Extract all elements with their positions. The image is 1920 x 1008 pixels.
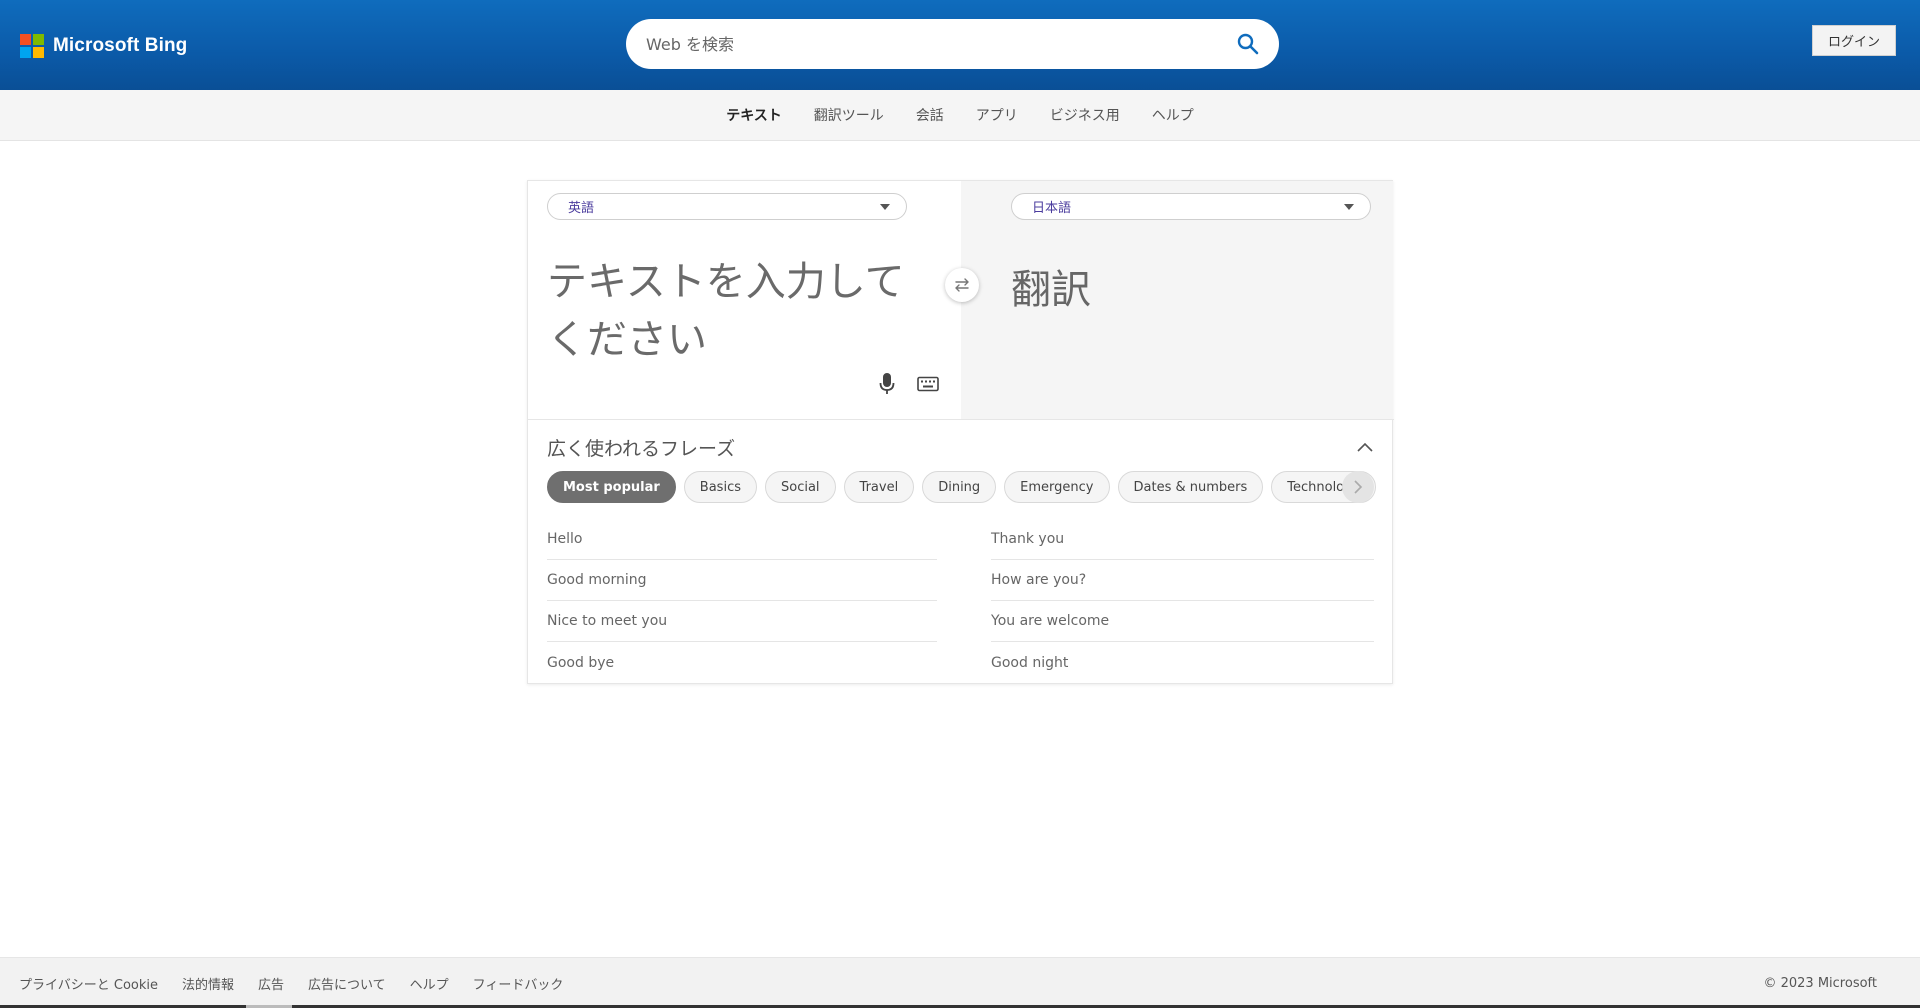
nav-tab-business[interactable]: ビジネス用 <box>1050 105 1120 125</box>
collapse-button[interactable] <box>1356 438 1374 452</box>
source-language-select[interactable]: 英語 <box>547 193 907 220</box>
search-input[interactable] <box>646 19 1206 69</box>
keyboard-icon <box>917 376 939 392</box>
nav-tab-translator[interactable]: 翻訳ツール <box>814 105 884 125</box>
translator-card: 英語 日本 <box>527 180 1394 685</box>
phrase-item[interactable]: You are welcome <box>991 601 1374 642</box>
category-chip-dining[interactable]: Dining <box>922 471 997 503</box>
keyboard-button[interactable] <box>917 376 939 392</box>
phrase-item[interactable]: How are you? <box>991 560 1374 601</box>
source-text-input[interactable] <box>547 253 907 373</box>
search-box <box>626 19 1279 69</box>
footer-link-ads[interactable]: 広告 <box>258 974 284 993</box>
target-language-label: 日本語 <box>1032 201 1072 216</box>
phrase-item[interactable]: Nice to meet you <box>547 601 937 642</box>
source-language-label: 英語 <box>568 201 595 216</box>
microphone-icon <box>879 373 895 394</box>
footer-link-privacy[interactable]: プライバシーと Cookie <box>19 974 158 993</box>
nav-tab-conversation[interactable]: 会話 <box>916 105 944 125</box>
phrase-list-left: Hello Good morning Nice to meet you Good… <box>547 519 937 683</box>
common-phrases-section: 広く使われるフレーズ Most popular Basics Social Tr… <box>528 419 1394 685</box>
phrase-item[interactable]: Good bye <box>547 642 937 683</box>
search-button[interactable] <box>1235 31 1261 57</box>
category-chip-emergency[interactable]: Emergency <box>1004 471 1110 503</box>
footer-link-help[interactable]: ヘルプ <box>410 974 449 993</box>
phrases-title: 広く使われるフレーズ <box>547 438 736 460</box>
nav-tab-help[interactable]: ヘルプ <box>1152 105 1194 125</box>
category-chip-most-popular[interactable]: Most popular <box>547 471 676 503</box>
chevron-down-icon <box>880 204 890 210</box>
footer-link-feedback[interactable]: フィードバック <box>473 974 564 993</box>
translation-output: 翻訳 <box>1011 267 1091 313</box>
chevron-up-icon <box>1357 442 1373 452</box>
nav-tab-apps[interactable]: アプリ <box>976 105 1018 125</box>
category-chip-dates-numbers[interactable]: Dates & numbers <box>1117 471 1264 503</box>
categories-next-button[interactable] <box>1342 471 1374 503</box>
swap-icon <box>955 278 969 292</box>
translator-nav: テキスト 翻訳ツール 会話 アプリ ビジネス用 ヘルプ <box>0 90 1920 141</box>
microphone-button[interactable] <box>878 372 896 396</box>
search-icon <box>1237 33 1259 55</box>
footer-link-about-ads[interactable]: 広告について <box>308 974 386 993</box>
login-button[interactable]: ログイン <box>1812 25 1896 56</box>
phrase-categories: Most popular Basics Social Travel Dining… <box>547 471 1384 503</box>
microsoft-logo-icon <box>20 34 44 58</box>
footer-links: プライバシーと Cookie 法的情報 広告 広告について ヘルプ フィードバッ… <box>19 958 587 1008</box>
category-chip-travel[interactable]: Travel <box>843 471 915 503</box>
target-pane: 日本語 翻訳 <box>961 181 1393 419</box>
phrase-item[interactable]: Good morning <box>547 560 937 601</box>
nav-tab-text[interactable]: テキスト <box>726 105 782 125</box>
logo-text: Microsoft Bing <box>53 35 188 56</box>
category-chip-social[interactable]: Social <box>765 471 836 503</box>
chevron-right-icon <box>1354 480 1363 494</box>
copyright: © 2023 Microsoft <box>1763 975 1877 991</box>
swap-languages-button[interactable] <box>945 268 979 302</box>
phrase-item[interactable]: Thank you <box>991 519 1374 560</box>
target-language-select[interactable]: 日本語 <box>1011 193 1371 220</box>
phrase-item[interactable]: Hello <box>547 519 937 560</box>
bing-logo[interactable]: Microsoft Bing <box>20 33 187 59</box>
footer: プライバシーと Cookie 法的情報 広告 広告について ヘルプ フィードバッ… <box>0 957 1920 1008</box>
category-chip-basics[interactable]: Basics <box>683 471 757 503</box>
source-pane: 英語 <box>528 181 961 419</box>
header: Microsoft Bing ログイン <box>0 0 1920 90</box>
phrase-list-right: Thank you How are you? You are welcome G… <box>991 519 1374 683</box>
chevron-down-icon <box>1344 204 1354 210</box>
phrase-item[interactable]: Good night <box>991 642 1374 683</box>
footer-link-legal[interactable]: 法的情報 <box>182 974 234 993</box>
